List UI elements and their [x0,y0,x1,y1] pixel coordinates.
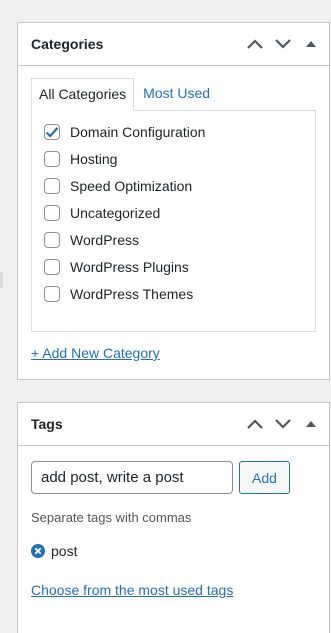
chevron-up-icon [247,419,263,429]
checkmark-icon [45,126,59,138]
category-checkbox[interactable] [44,258,60,275]
category-label: Speed Optimization [70,177,193,194]
list-item[interactable]: WordPress Themes [44,280,315,307]
new-tag-input[interactable] [31,461,233,494]
add-new-category-link[interactable]: + Add New Category [31,345,160,361]
chevron-up-icon [247,39,263,49]
left-edge-marker [0,272,3,288]
category-checkbox[interactable] [44,177,60,194]
tab-all-categories[interactable]: All Categories [31,78,135,111]
category-label: WordPress Plugins [70,258,189,275]
tag-add-row: Add [31,461,316,494]
list-item[interactable]: Speed Optimization [44,172,315,199]
toggle-panel-button[interactable] [297,30,325,58]
category-label: WordPress Themes [70,285,194,302]
categories-handle-actions [241,30,325,58]
list-item[interactable]: Domain Configuration [44,118,315,145]
move-up-button[interactable] [241,410,269,438]
caret-up-icon [306,421,316,427]
categories-header: Categories [18,23,329,66]
category-tabs: All Categories Most Used [31,78,316,111]
tags-header: Tags [18,403,329,446]
remove-circle-icon [31,544,45,558]
category-checkbox[interactable] [44,123,60,140]
move-up-button[interactable] [241,30,269,58]
tags-panel: Tags Add Separate tags with commas [17,402,330,633]
category-label: Domain Configuration [70,123,206,140]
tags-content: Add Separate tags with commas post Choos… [18,446,329,600]
category-label: Uncategorized [70,204,161,221]
tags-title: Tags [31,416,63,432]
categories-content: All Categories Most Used Domain Configur… [18,66,329,363]
tags-handle-actions [241,410,325,438]
category-label: Hosting [70,150,118,167]
categories-panel: Categories All Categories Most Used Doma… [17,22,330,380]
chevron-down-icon [275,419,291,429]
category-checkbox[interactable] [44,204,60,221]
tag-label: post [51,543,78,559]
category-checklist: Domain Configuration Hosting Speed Optim… [31,110,316,332]
add-tag-button[interactable]: Add [239,461,290,494]
move-down-button[interactable] [269,30,297,58]
list-item[interactable]: WordPress Plugins [44,253,315,280]
chevron-down-icon [275,39,291,49]
categories-title: Categories [31,36,104,52]
remove-tag-button[interactable] [31,544,45,558]
tab-most-used[interactable]: Most Used [134,78,217,111]
category-label: WordPress [70,231,139,248]
category-checkbox[interactable] [44,150,60,167]
tag-chip: post [31,543,316,559]
most-used-tags-link[interactable]: Choose from the most used tags [31,582,233,598]
list-item[interactable]: Hosting [44,145,315,172]
caret-up-icon [306,41,316,47]
toggle-panel-button[interactable] [297,410,325,438]
list-item[interactable]: WordPress [44,226,315,253]
category-checkbox[interactable] [44,231,60,248]
category-checkbox[interactable] [44,285,60,302]
list-item[interactable]: Uncategorized [44,199,315,226]
tags-help-text: Separate tags with commas [31,510,192,525]
move-down-button[interactable] [269,410,297,438]
